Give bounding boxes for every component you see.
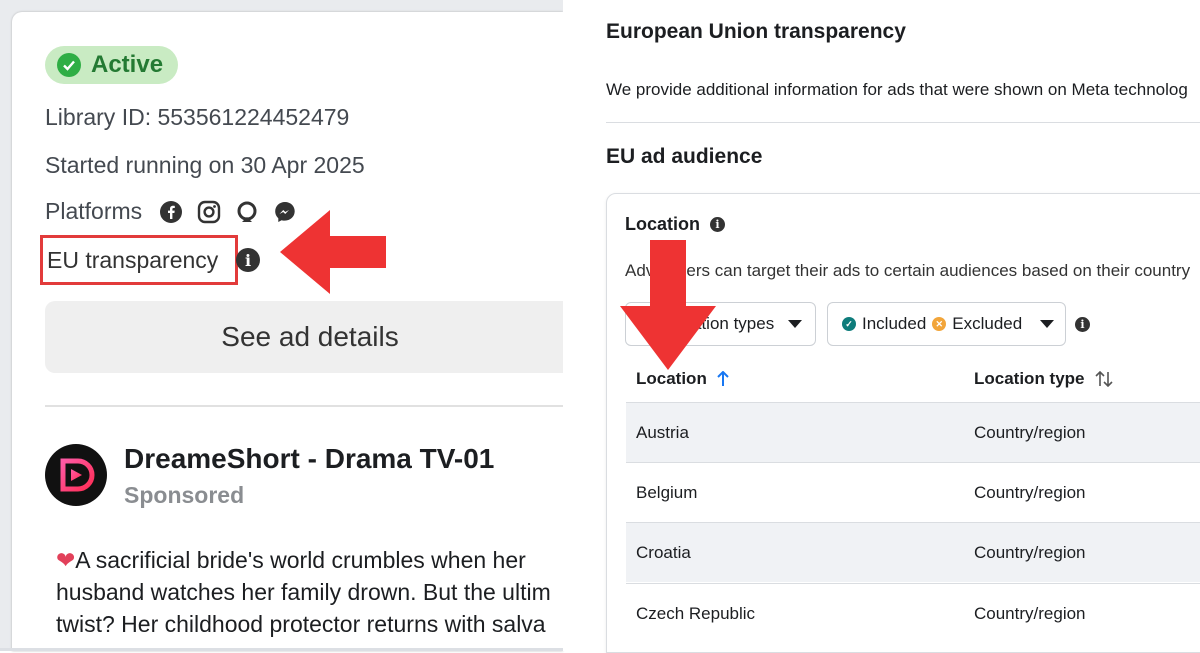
included-excluded-dropdown[interactable]: ✓ Included ✕ Excluded: [827, 302, 1066, 346]
column-header-location[interactable]: Location: [636, 369, 729, 389]
column-header-label: Location: [636, 369, 707, 388]
info-icon[interactable]: i: [1075, 317, 1090, 332]
audience-network-icon: [234, 199, 260, 225]
row-location-type: Country/region: [974, 423, 1086, 442]
chevron-down-icon: [1040, 320, 1055, 328]
divider: [606, 122, 1200, 123]
ad-body-line-1: ❤A sacrificial bride's world crumbles wh…: [56, 547, 526, 573]
platforms-row: Platforms: [45, 198, 298, 225]
row-location: Austria: [636, 423, 689, 442]
platforms-label: Platforms: [45, 198, 143, 224]
eu-transparency-link[interactable]: EU transparency: [47, 247, 218, 274]
ad-body-text: ❤A sacrificial bride's world crumbles wh…: [56, 544, 563, 640]
check-circle-icon: [57, 53, 81, 77]
red-arrow-down-icon: [620, 240, 716, 370]
table-row: Austria Country/region: [626, 402, 1200, 462]
table-row: Czech Republic Country/region: [626, 583, 1200, 643]
excluded-label: Excluded: [952, 314, 1023, 333]
column-header-label: Location type: [974, 369, 1085, 388]
column-header-location-type[interactable]: Location type: [974, 369, 1113, 389]
sort-up-arrow-icon: [717, 371, 729, 386]
row-location-type: Country/region: [974, 543, 1086, 562]
row-location: Belgium: [636, 483, 698, 502]
avatar[interactable]: [45, 444, 107, 506]
table-row: Belgium Country/region: [626, 462, 1200, 522]
status-badge: Active: [45, 46, 178, 84]
info-icon[interactable]: i: [236, 248, 260, 272]
row-location-type: Country/region: [974, 483, 1086, 502]
row-location-type: Country/region: [974, 604, 1086, 623]
facebook-icon: [158, 199, 184, 225]
ad-card: Active Library ID: 553561224452479 Start…: [12, 12, 563, 651]
sponsored-label: Sponsored: [124, 482, 245, 508]
divider: [45, 405, 563, 407]
chevron-down-icon: [788, 320, 803, 328]
excluded-icon: ✕: [932, 317, 947, 331]
ad-body-line-3: twist? Her childhood protector returns w…: [56, 611, 546, 637]
eu-transparency-title: European Union transparency: [606, 20, 906, 43]
info-icon[interactable]: i: [710, 217, 725, 232]
eu-ad-audience-heading: EU ad audience: [606, 145, 763, 168]
eu-transparency-highlight[interactable]: EU transparency: [40, 235, 238, 285]
location-heading: Location i: [625, 214, 725, 235]
dreameshort-logo-icon: [60, 458, 95, 492]
broken-heart-icon: ❤: [56, 547, 76, 573]
start-date: Started running on 30 Apr 2025: [45, 152, 365, 178]
library-id: Library ID: 553561224452479: [45, 104, 350, 130]
see-ad-details-button[interactable]: See ad details: [45, 301, 563, 373]
table-row: Croatia Country/region: [626, 522, 1200, 582]
sort-toggle-icon: [1094, 371, 1113, 387]
row-location: Croatia: [636, 543, 691, 562]
included-label: Included: [862, 314, 927, 333]
included-check-icon: ✓: [842, 317, 856, 331]
location-heading-label: Location: [625, 214, 700, 234]
ad-body-line-2: husband watches her family drown. But th…: [56, 579, 551, 605]
instagram-icon: [196, 199, 222, 225]
row-location: Czech Republic: [636, 604, 756, 623]
red-arrow-left-icon: [280, 210, 386, 294]
advertiser-name[interactable]: DreameShort - Drama TV-01: [124, 443, 494, 475]
status-label: Active: [91, 51, 164, 78]
eu-transparency-description: We provide additional information for ad…: [606, 80, 1188, 99]
